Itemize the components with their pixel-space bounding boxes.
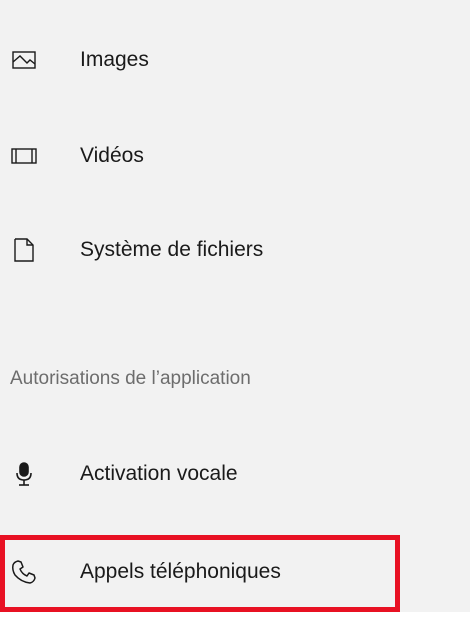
nav-item-phone-calls[interactable]: Appels téléphoniques (0, 544, 470, 600)
image-icon (10, 46, 38, 74)
file-icon (10, 236, 38, 264)
nav-item-label: Vidéos (80, 144, 144, 167)
nav-item-file-system[interactable]: Système de fichiers (0, 222, 470, 278)
nav-item-label: Activation vocale (80, 462, 238, 485)
nav-item-label: Appels téléphoniques (80, 560, 281, 583)
nav-item-images[interactable]: Images (0, 32, 470, 88)
nav-item-label: Système de fichiers (80, 238, 264, 261)
microphone-icon (10, 460, 38, 488)
section-header-app-permissions: Autorisations de l’application (10, 368, 251, 389)
phone-icon (10, 558, 38, 586)
settings-nav-panel: Images Vidéos Système de fichiers Autori… (0, 0, 470, 612)
nav-item-videos[interactable]: Vidéos (0, 128, 470, 184)
nav-item-label: Images (80, 48, 149, 71)
nav-item-voice-activation[interactable]: Activation vocale (0, 446, 470, 502)
video-icon (10, 142, 38, 170)
